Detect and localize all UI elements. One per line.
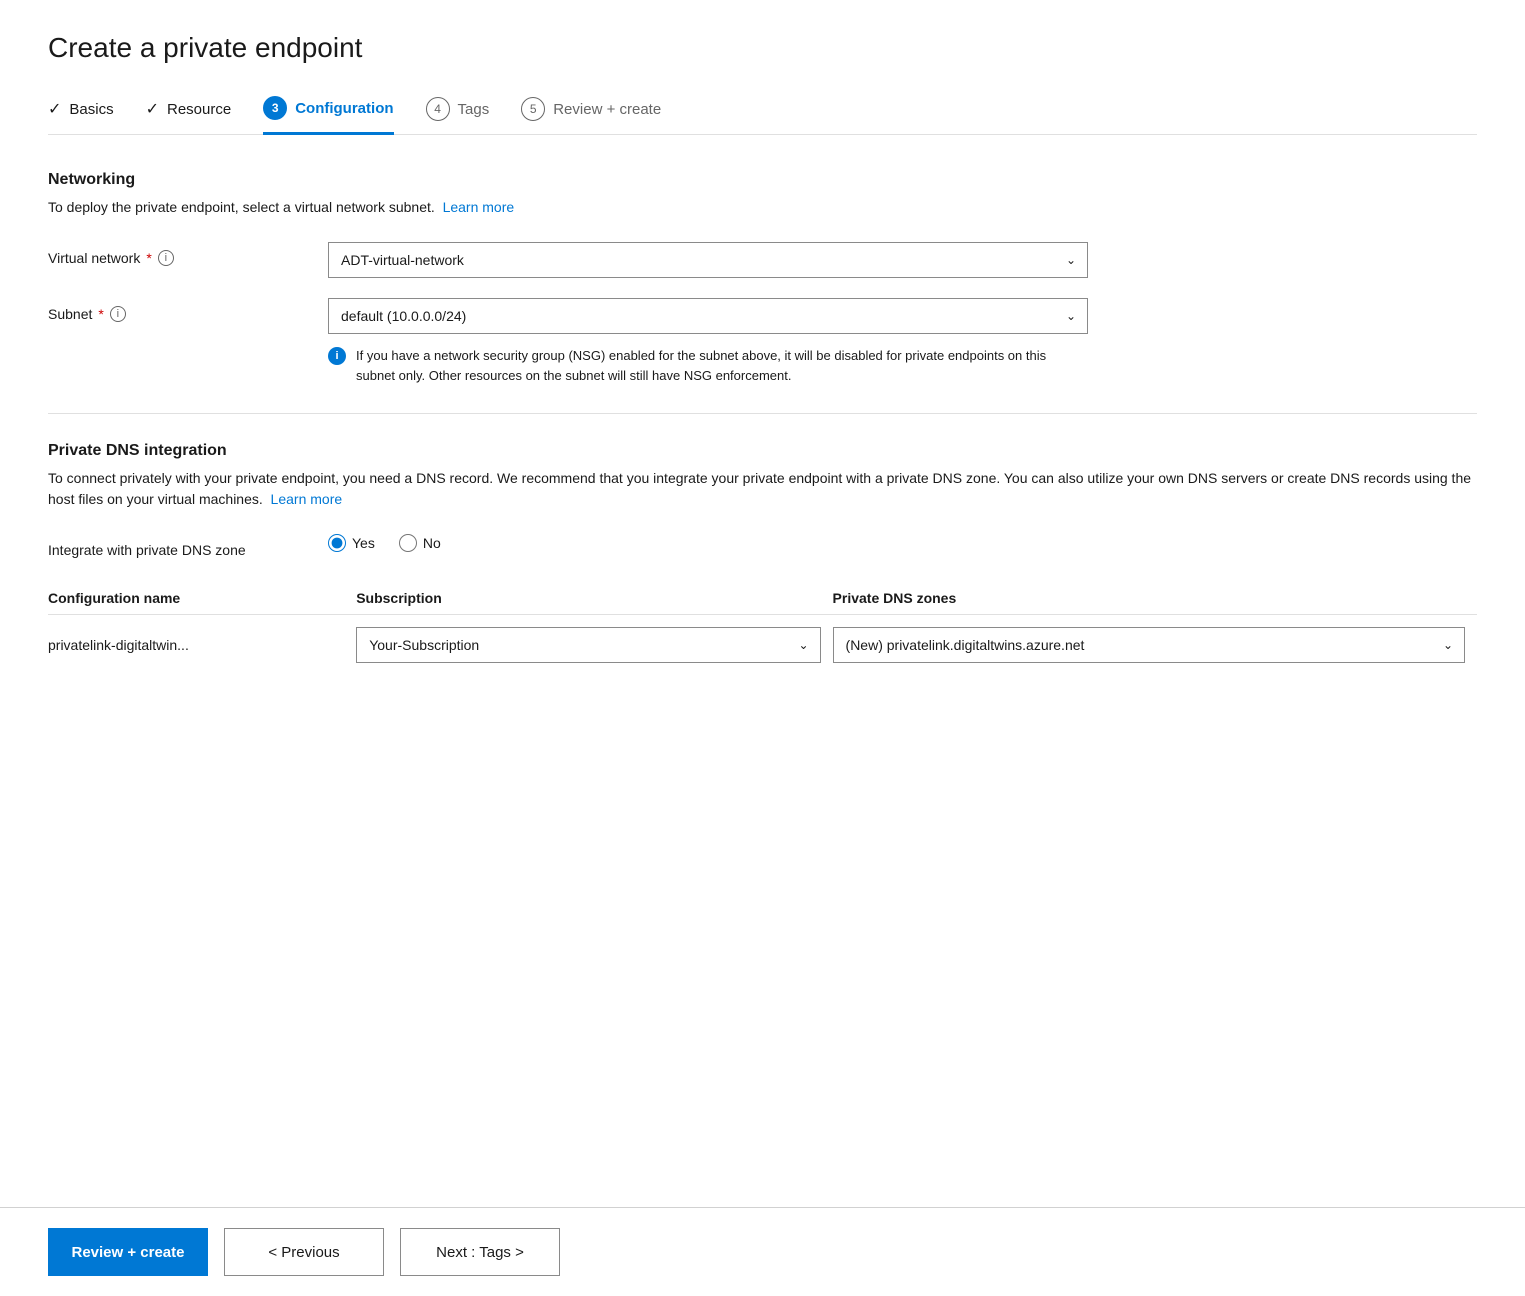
private-dns-desc: To connect privately with your private e… [48,468,1477,510]
page-container: Create a private endpoint ✓ Basics ✓ Res… [0,0,1525,795]
step-tags[interactable]: 4 Tags [426,97,490,133]
integrate-dns-yes[interactable]: Yes [328,534,375,552]
private-dns-title: Private DNS integration [48,442,1477,460]
integrate-dns-no-input[interactable] [399,534,417,552]
virtual-network-row: Virtual network * i ADT-virtual-network … [48,242,1477,278]
wizard-steps: ✓ Basics ✓ Resource 3 Configuration 4 Ta… [48,96,1477,135]
dns-table-row-0: privatelink-digitaltwin... Your-Subscrip… [48,615,1477,676]
virtual-network-select[interactable]: ADT-virtual-network [328,242,1088,278]
virtual-network-label: Virtual network * i [48,242,328,266]
integrate-dns-row: Integrate with private DNS zone Yes No [48,534,1477,558]
dns-zone-0: (New) privatelink.digitaltwins.azure.net… [833,615,1477,676]
dns-table-header: Configuration name Subscription Private … [48,582,1477,615]
dns-subscription-select-wrapper-0: Your-Subscription ⌄ [356,627,820,663]
nsg-notice-icon: i [328,347,346,365]
step-configuration-circle: 3 [263,96,287,120]
networking-section: Networking To deploy the private endpoin… [48,171,1477,385]
dns-table-header-row: Configuration name Subscription Private … [48,582,1477,615]
step-review-label: Review + create [553,101,661,118]
virtual-network-info-icon[interactable]: i [158,250,174,266]
step-tags-circle: 4 [426,97,450,121]
col-subscription: Subscription [356,582,832,615]
subnet-required: * [98,306,103,322]
step-configuration-label: Configuration [295,100,393,117]
step-basics-label: Basics [69,101,113,118]
networking-learn-more[interactable]: Learn more [443,199,515,215]
networking-title: Networking [48,171,1477,189]
step-basics[interactable]: ✓ Basics [48,99,114,131]
integrate-dns-label: Integrate with private DNS zone [48,534,328,558]
subnet-control: default (10.0.0.0/24) ⌄ i If you have a … [328,298,1088,385]
dns-subscription-select-0[interactable]: Your-Subscription [356,627,820,663]
step-configuration[interactable]: 3 Configuration [263,96,393,135]
bottom-bar: Review + create < Previous Next : Tags > [0,1207,1525,1296]
nsg-notice-box: i If you have a network security group (… [328,346,1088,385]
step-review-circle: 5 [521,97,545,121]
step-resource-check: ✓ [146,99,159,119]
virtual-network-required: * [146,250,151,266]
integrate-dns-control: Yes No [328,534,1088,552]
step-basics-check: ✓ [48,99,61,119]
content-area: Networking To deploy the private endpoin… [48,171,1477,795]
virtual-network-select-wrapper: ADT-virtual-network ⌄ [328,242,1088,278]
dns-table-body: privatelink-digitaltwin... Your-Subscrip… [48,615,1477,676]
step-resource-label: Resource [167,101,231,118]
subnet-info-icon[interactable]: i [110,306,126,322]
dns-zone-select-0[interactable]: (New) privatelink.digitaltwins.azure.net [833,627,1465,663]
private-dns-learn-more[interactable]: Learn more [271,491,343,507]
previous-button[interactable]: < Previous [224,1228,384,1276]
next-button[interactable]: Next : Tags > [400,1228,560,1276]
review-create-button[interactable]: Review + create [48,1228,208,1276]
integrate-dns-radio-group: Yes No [328,534,1088,552]
subnet-label: Subnet * i [48,298,328,322]
col-zones: Private DNS zones [833,582,1477,615]
virtual-network-control: ADT-virtual-network ⌄ [328,242,1088,278]
subnet-select-wrapper: default (10.0.0.0/24) ⌄ [328,298,1088,334]
section-divider [48,413,1477,414]
subnet-select[interactable]: default (10.0.0.0/24) [328,298,1088,334]
step-review[interactable]: 5 Review + create [521,97,661,133]
step-resource[interactable]: ✓ Resource [146,99,232,131]
nsg-notice-text: If you have a network security group (NS… [356,346,1088,385]
networking-desc: To deploy the private endpoint, select a… [48,197,1477,218]
page-title: Create a private endpoint [48,32,1477,64]
dns-subscription-0: Your-Subscription ⌄ [356,615,832,676]
integrate-dns-no[interactable]: No [399,534,441,552]
dns-zone-select-wrapper-0: (New) privatelink.digitaltwins.azure.net… [833,627,1465,663]
col-config-name: Configuration name [48,582,356,615]
private-dns-section: Private DNS integration To connect priva… [48,442,1477,675]
dns-config-name-0: privatelink-digitaltwin... [48,615,356,676]
integrate-dns-yes-input[interactable] [328,534,346,552]
step-tags-label: Tags [458,101,490,118]
dns-table: Configuration name Subscription Private … [48,582,1477,675]
subnet-row: Subnet * i default (10.0.0.0/24) ⌄ i If … [48,298,1477,385]
